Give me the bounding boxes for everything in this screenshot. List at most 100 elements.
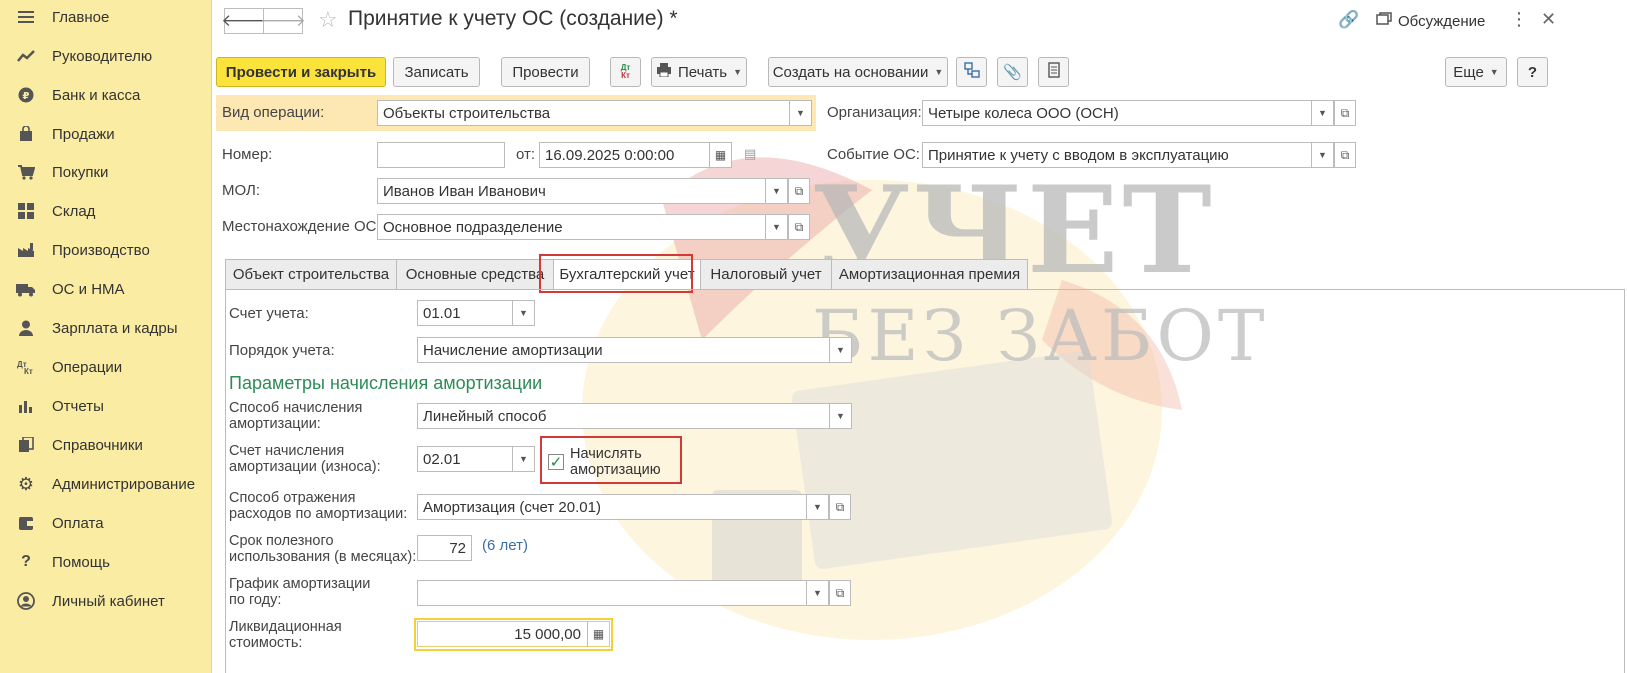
calculator-icon[interactable]: ▦ bbox=[587, 621, 609, 647]
order-field[interactable]: Начисление амортизации ▼ bbox=[417, 337, 852, 363]
method-field[interactable]: Линейный способ ▼ bbox=[417, 403, 852, 429]
dropdown-icon[interactable]: ▼ bbox=[789, 100, 811, 126]
forward-button[interactable]: 🡒 bbox=[260, 8, 306, 34]
dep-account-field[interactable]: 02.01 ▼ bbox=[417, 446, 535, 472]
wallet-icon bbox=[16, 513, 36, 533]
open-location-button[interactable]: ⧉ bbox=[788, 214, 810, 240]
event-field[interactable]: Принятие к учету с вводом в эксплуатацию… bbox=[922, 142, 1334, 168]
dropdown-icon[interactable]: ▼ bbox=[765, 178, 787, 204]
paperclip-icon: 📎 bbox=[1003, 64, 1022, 81]
post-and-close-button[interactable]: Провести и закрыть bbox=[216, 57, 386, 87]
sidebar-item-label: Отчеты bbox=[52, 397, 104, 415]
liquidation-input[interactable]: 15 000,00 ▦ bbox=[417, 621, 610, 647]
calendar-icon[interactable]: ▦ bbox=[709, 142, 731, 168]
post-button[interactable]: Провести bbox=[501, 57, 590, 87]
date-value: 16.09.2025 0:00:00 bbox=[545, 146, 675, 164]
sidebar-item-operations[interactable]: Дт Кт Операции bbox=[0, 350, 212, 384]
dropdown-icon[interactable]: ▼ bbox=[512, 300, 534, 326]
reflect-field[interactable]: Амортизация (счет 20.01) ▼ bbox=[417, 494, 829, 520]
kt-text: Кт bbox=[621, 71, 630, 80]
more-vertical-icon[interactable]: ⋮ bbox=[1510, 9, 1528, 30]
favorite-star-icon[interactable]: ☆ bbox=[318, 7, 338, 33]
open-schedule-button[interactable]: ⧉ bbox=[829, 580, 851, 606]
dropdown-icon[interactable]: ▼ bbox=[1311, 142, 1333, 168]
sidebar-item-purchases[interactable]: Покупки bbox=[0, 155, 212, 189]
reflect-label-line1: Способ отражения bbox=[229, 490, 356, 506]
sidebar-item-account[interactable]: Личный кабинет bbox=[0, 584, 212, 618]
mol-label: МОЛ: bbox=[222, 182, 261, 199]
sidebar-item-payment[interactable]: Оплата bbox=[0, 506, 212, 540]
sidebar-item-salary[interactable]: Зарплата и кадры bbox=[0, 311, 212, 345]
more-button[interactable]: Еще ▼ bbox=[1445, 57, 1507, 87]
structure-button[interactable] bbox=[956, 57, 987, 87]
open-reflect-button[interactable]: ⧉ bbox=[829, 494, 851, 520]
op-type-field[interactable]: Объекты строительства ▼ bbox=[377, 100, 812, 126]
org-field[interactable]: Четыре колеса ООО (ОСН) ▼ bbox=[922, 100, 1334, 126]
arrow-right-icon: 🡒 bbox=[260, 11, 306, 30]
life-label-line2: использования (в месяцах): bbox=[229, 549, 417, 565]
dropdown-icon[interactable]: ▼ bbox=[1311, 100, 1333, 126]
printer-icon bbox=[656, 63, 672, 81]
dropdown-icon[interactable]: ▼ bbox=[765, 214, 787, 240]
account-field[interactable]: 01.01 ▼ bbox=[417, 300, 535, 326]
open-org-button[interactable]: ⧉ bbox=[1334, 100, 1356, 126]
dropdown-icon[interactable]: ▼ bbox=[829, 337, 851, 363]
print-button[interactable]: Печать ▼ bbox=[651, 57, 747, 87]
open-mol-button[interactable]: ⧉ bbox=[788, 178, 810, 204]
liquidation-value: 15 000,00 bbox=[514, 625, 581, 643]
dropdown-icon[interactable]: ▼ bbox=[512, 446, 534, 472]
dt-kt-button[interactable]: Дт Кт bbox=[610, 57, 641, 87]
sidebar-item-directories[interactable]: Справочники bbox=[0, 428, 212, 462]
sidebar-item-main[interactable]: Главное bbox=[0, 0, 212, 34]
close-icon[interactable]: ✕ bbox=[1541, 9, 1556, 30]
schedule-field[interactable]: ▼ bbox=[417, 580, 829, 606]
caret-down-icon: ▼ bbox=[934, 67, 944, 77]
dropdown-icon[interactable]: ▼ bbox=[806, 494, 828, 520]
mol-field[interactable]: Иванов Иван Иванович ▼ bbox=[377, 178, 788, 204]
open-event-button[interactable]: ⧉ bbox=[1334, 142, 1356, 168]
attach-button[interactable]: 📎 bbox=[997, 57, 1028, 87]
caret-down-icon: ▼ bbox=[733, 67, 743, 77]
number-input[interactable] bbox=[377, 142, 505, 168]
checkmark-icon: ✓ bbox=[549, 454, 563, 471]
from-label: от: bbox=[516, 146, 536, 163]
method-value: Линейный способ bbox=[423, 407, 547, 425]
sidebar-item-warehouse[interactable]: Склад bbox=[0, 194, 212, 228]
tab-tax-accounting[interactable]: Налоговый учет bbox=[700, 259, 832, 290]
dep-account-label-line2: амортизации (износа): bbox=[229, 459, 381, 475]
open-icon: ⧉ bbox=[1340, 105, 1350, 120]
sidebar-item-reports[interactable]: Отчеты bbox=[0, 389, 212, 423]
help-button[interactable]: ? bbox=[1517, 57, 1548, 87]
sidebar-item-fixed-assets[interactable]: ОС и НМА bbox=[0, 272, 212, 306]
tab-fixed-assets[interactable]: Основные средства bbox=[396, 259, 554, 290]
list-button[interactable] bbox=[1038, 57, 1069, 87]
sidebar-item-manager[interactable]: Руководителю bbox=[0, 39, 212, 73]
dropdown-icon[interactable]: ▼ bbox=[829, 403, 851, 429]
tab-construction-object[interactable]: Объект строительства bbox=[225, 259, 397, 290]
sidebar-item-help[interactable]: ? Помощь bbox=[0, 545, 212, 579]
sidebar-item-admin[interactable]: ⚙ Администрирование bbox=[0, 467, 212, 501]
sidebar-item-production[interactable]: Производство bbox=[0, 233, 212, 267]
location-label: Местонахождение ОС: bbox=[222, 218, 381, 235]
sidebar-item-sales[interactable]: Продажи bbox=[0, 117, 212, 151]
org-value: Четыре колеса ООО (ОСН) bbox=[928, 104, 1119, 122]
dropdown-icon[interactable]: ▼ bbox=[806, 580, 828, 606]
create-based-on-button[interactable]: Создать на основании ▼ bbox=[768, 57, 948, 87]
save-button[interactable]: Записать bbox=[393, 57, 480, 87]
life-input[interactable]: 72 bbox=[417, 535, 472, 561]
discussion-button[interactable]: Обсуждение bbox=[1376, 12, 1485, 31]
coin-icon: ₽ bbox=[16, 85, 36, 105]
tab-depreciation-bonus[interactable]: Амортизационная премия bbox=[831, 259, 1028, 290]
location-field[interactable]: Основное подразделение ▼ bbox=[377, 214, 788, 240]
comment-icon[interactable]: ▤ bbox=[744, 146, 756, 162]
discussion-label: Обсуждение bbox=[1398, 13, 1486, 30]
account-value: 01.01 bbox=[423, 304, 461, 322]
back-button[interactable]: 🡐 bbox=[221, 8, 267, 34]
sidebar-item-bank[interactable]: ₽ Банк и касса bbox=[0, 78, 212, 112]
sidebar-item-label: Справочники bbox=[52, 436, 143, 454]
svg-text:Кт: Кт bbox=[24, 367, 33, 375]
link-icon[interactable]: 🔗 bbox=[1338, 10, 1359, 30]
sidebar-item-label: Производство bbox=[52, 241, 150, 259]
date-field[interactable]: 16.09.2025 0:00:00 ▦ bbox=[539, 142, 732, 168]
accrue-checkbox[interactable]: ✓ bbox=[548, 454, 564, 471]
